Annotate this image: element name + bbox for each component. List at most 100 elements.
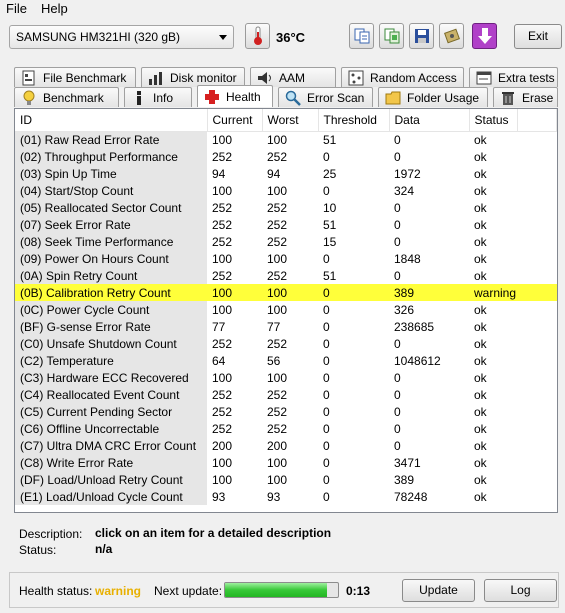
table-row[interactable]: (08) Seek Time Performance 252 252 15 0 ok bbox=[15, 233, 557, 250]
tab-erase[interactable]: Erase bbox=[493, 87, 558, 107]
cell-data: 1048612 bbox=[394, 353, 441, 368]
cell-filler bbox=[517, 335, 557, 352]
cell-data: 0 bbox=[394, 370, 401, 385]
cell-threshold: 25 bbox=[323, 166, 337, 181]
cell-current: 252 bbox=[212, 336, 233, 351]
table-row[interactable]: (BF) G-sense Error Rate 77 77 0 238685 ok bbox=[15, 318, 557, 335]
table-row[interactable]: (02) Throughput Performance 252 252 0 0 ok bbox=[15, 148, 557, 165]
copy-text-button[interactable] bbox=[349, 23, 374, 49]
column-header-current[interactable]: Current bbox=[207, 109, 263, 132]
copy-screenshot-button[interactable] bbox=[379, 23, 404, 49]
cell-id: (C5) Current Pending Sector bbox=[15, 403, 207, 420]
table-row[interactable]: (E1) Load/Unload Cycle Count 93 93 0 78248 ok bbox=[15, 488, 557, 505]
menu-help[interactable]: Help bbox=[41, 1, 68, 16]
tab-aam[interactable]: AAM bbox=[250, 67, 336, 87]
thermometer-button[interactable] bbox=[245, 23, 270, 49]
cell-filler bbox=[517, 420, 557, 437]
options-button[interactable] bbox=[439, 23, 464, 49]
cell-worst: 100 bbox=[267, 132, 288, 147]
exit-button[interactable]: Exit bbox=[514, 24, 562, 49]
cell-status: ok bbox=[474, 336, 487, 351]
cell-id: (04) Start/Stop Count bbox=[15, 182, 207, 199]
column-header-data[interactable]: Data bbox=[389, 109, 470, 132]
cell-worst: 56 bbox=[267, 353, 281, 368]
tab-disk-monitor[interactable]: Disk monitor bbox=[141, 67, 245, 87]
tab-benchmark[interactable]: Benchmark bbox=[14, 87, 119, 107]
copy-screenshot-icon bbox=[384, 28, 399, 44]
table-row[interactable]: (01) Raw Read Error Rate 100 100 51 0 ok bbox=[15, 131, 557, 148]
cell-data: 0 bbox=[394, 149, 401, 164]
cell-data: 1972 bbox=[394, 166, 421, 181]
description-label: Description: bbox=[19, 527, 83, 541]
cell-current: 100 bbox=[212, 472, 233, 487]
cell-status: ok bbox=[474, 217, 487, 232]
cell-filler bbox=[517, 216, 557, 233]
log-button[interactable]: Log bbox=[484, 579, 557, 602]
drive-select[interactable]: SAMSUNG HM321HI (320 gB) bbox=[9, 25, 234, 49]
cell-filler bbox=[517, 284, 557, 301]
cell-threshold: 0 bbox=[323, 251, 330, 266]
table-row[interactable]: (04) Start/Stop Count 100 100 0 324 ok bbox=[15, 182, 557, 199]
table-row[interactable]: (DF) Load/Unload Retry Count 100 100 0 389 ok bbox=[15, 471, 557, 488]
tab-label: File Benchmark bbox=[43, 70, 127, 85]
column-header-status[interactable]: Status bbox=[469, 109, 518, 132]
tab-file-benchmark[interactable]: File Benchmark bbox=[14, 67, 136, 87]
tab-extra-tests[interactable]: Extra tests bbox=[469, 67, 558, 87]
tab-folder-usage[interactable]: Folder Usage bbox=[378, 87, 488, 107]
table-row[interactable]: (05) Reallocated Sector Count 252 252 10 0 ok bbox=[15, 199, 557, 216]
cell-worst: 100 bbox=[267, 455, 288, 470]
table-row[interactable]: (0C) Power Cycle Count 100 100 0 326 ok bbox=[15, 301, 557, 318]
cell-current: 100 bbox=[212, 455, 233, 470]
table-row[interactable]: (07) Seek Error Rate 252 252 51 0 ok bbox=[15, 216, 557, 233]
table-row[interactable]: (03) Spin Up Time 94 94 25 1972 ok bbox=[15, 165, 557, 182]
update-button[interactable]: Update bbox=[402, 579, 475, 602]
tab-info[interactable]: Info bbox=[124, 87, 192, 107]
table-row[interactable]: (0A) Spin Retry Count 252 252 51 0 ok bbox=[15, 267, 557, 284]
column-header-id[interactable]: ID bbox=[15, 109, 208, 132]
table-row[interactable]: (C5) Current Pending Sector 252 252 0 0 ok bbox=[15, 403, 557, 420]
column-header-worst[interactable]: Worst bbox=[262, 109, 319, 132]
tab-random-access[interactable]: Random Access bbox=[341, 67, 464, 87]
cell-worst: 94 bbox=[267, 166, 281, 181]
table-row[interactable]: (C4) Reallocated Event Count 252 252 0 0 ok bbox=[15, 386, 557, 403]
tab-label: Error Scan bbox=[307, 90, 365, 105]
tab-health[interactable]: Health bbox=[197, 85, 273, 107]
smart-attribute-table[interactable]: ID Current Worst Threshold Data Status (… bbox=[14, 108, 558, 513]
cell-status: ok bbox=[474, 421, 487, 436]
cell-threshold: 0 bbox=[318, 284, 389, 301]
table-row[interactable]: (C6) Offline Uncorrectable 252 252 0 0 ok bbox=[15, 420, 557, 437]
cell-id: (0C) Power Cycle Count bbox=[15, 301, 207, 318]
table-row[interactable]: (C8) Write Error Rate 100 100 0 3471 ok bbox=[15, 454, 557, 471]
cell-status: ok bbox=[474, 489, 487, 504]
tab-error-scan[interactable]: Error Scan bbox=[278, 87, 373, 107]
tab-label: Benchmark bbox=[43, 90, 104, 105]
download-button[interactable] bbox=[472, 23, 497, 49]
cell-filler bbox=[517, 488, 557, 505]
save-button[interactable] bbox=[409, 23, 434, 49]
table-body: (01) Raw Read Error Rate 100 100 51 0 ok (02) … bbox=[15, 131, 557, 505]
table-row[interactable]: (C7) Ultra DMA CRC Error Count 200 200 0 0 ok bbox=[15, 437, 557, 454]
cell-status: ok bbox=[474, 404, 487, 419]
cell-threshold: 0 bbox=[323, 438, 330, 453]
table-row[interactable]: (09) Power On Hours Count 100 100 0 1848 ok bbox=[15, 250, 557, 267]
cell-id: (09) Power On Hours Count bbox=[15, 250, 207, 267]
table-row[interactable]: (0B) Calibration Retry Count 100 100 0 389 wa… bbox=[15, 284, 557, 301]
cell-worst: 252 bbox=[267, 234, 288, 249]
column-header-threshold[interactable]: Threshold bbox=[318, 109, 390, 132]
cell-status: ok bbox=[474, 200, 487, 215]
cell-current: 77 bbox=[212, 319, 226, 334]
chip-icon bbox=[443, 28, 460, 44]
countdown: 0:13 bbox=[346, 584, 371, 598]
cell-threshold: 10 bbox=[323, 200, 337, 215]
cell-id: (02) Throughput Performance bbox=[15, 148, 207, 165]
file-benchmark-icon bbox=[21, 70, 37, 86]
menu-file[interactable]: File bbox=[6, 1, 27, 16]
table-row[interactable]: (C3) Hardware ECC Recovered 100 100 0 0 ok bbox=[15, 369, 557, 386]
table-row[interactable]: (C0) Unsafe Shutdown Count 252 252 0 0 ok bbox=[15, 335, 557, 352]
cell-filler bbox=[517, 437, 557, 454]
tab-label: Extra tests bbox=[498, 70, 555, 85]
cell-current: 93 bbox=[212, 489, 226, 504]
table-row[interactable]: (C2) Temperature 64 56 0 1048612 ok bbox=[15, 352, 557, 369]
cell-threshold: 0 bbox=[323, 370, 330, 385]
cell-id: (C2) Temperature bbox=[15, 352, 207, 369]
